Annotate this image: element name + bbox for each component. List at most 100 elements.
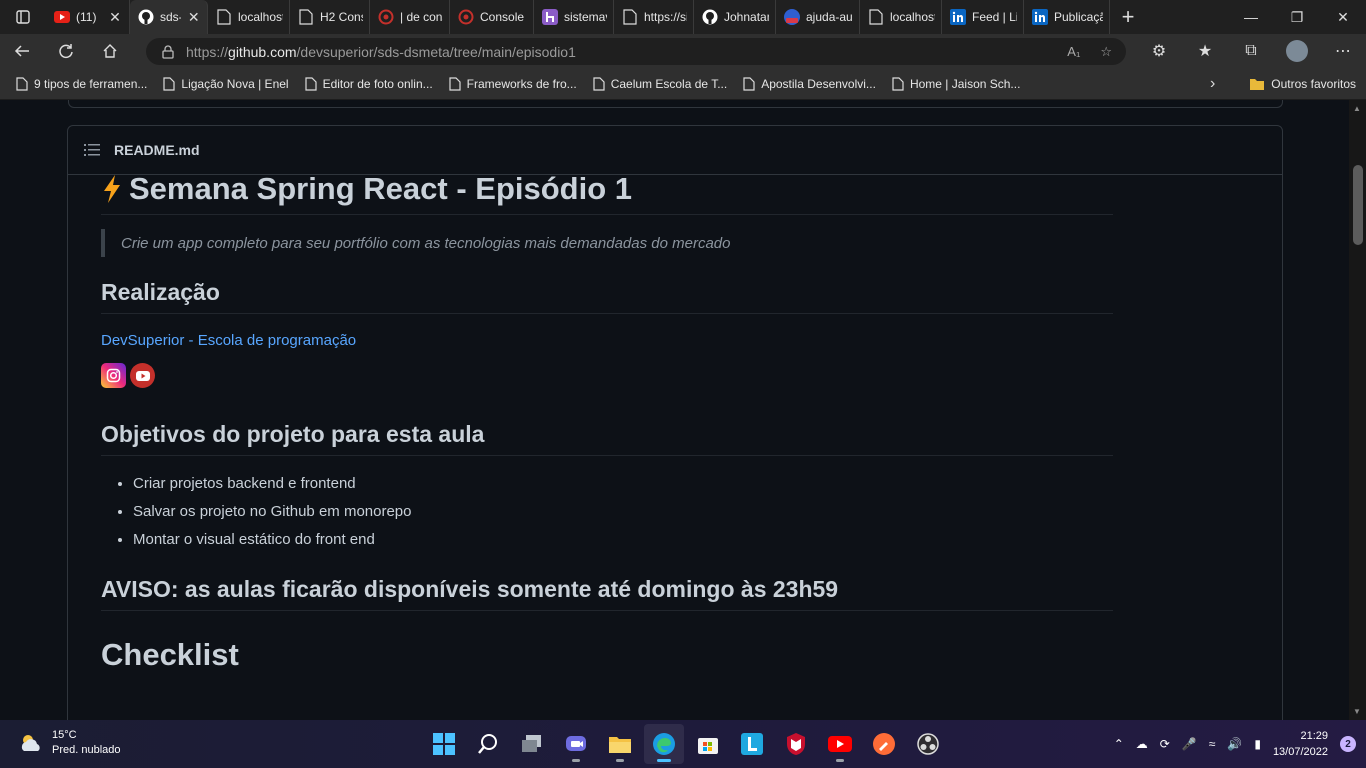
readme-title: Semana Spring React - Episódio 1: [101, 170, 1113, 208]
page-icon: [216, 9, 232, 25]
devsuperior-link[interactable]: DevSuperior - Escola de programação: [101, 332, 356, 349]
taskbar: 15°C Pred. nublado ⌃ ☁ ⟳ 🎤 ≈ 🔊 ▮ 21:29 1…: [0, 720, 1366, 768]
bookmark-item[interactable]: Ligação Nova | Enel: [155, 77, 296, 91]
browser-tab[interactable]: localhost: [208, 0, 290, 34]
read-aloud-icon[interactable]: A₁: [1067, 44, 1080, 60]
tab-label: localhost: [238, 10, 283, 24]
browser-tab[interactable]: H2 Conso: [290, 0, 370, 34]
browser-tab[interactable]: localhost: [860, 0, 942, 34]
obs-icon: [917, 733, 939, 755]
task-view-button[interactable]: [512, 724, 552, 764]
browser-tab[interactable]: Publicaçã: [1024, 0, 1110, 34]
microphone-icon[interactable]: 🎤: [1182, 737, 1197, 751]
refresh-button[interactable]: [44, 34, 88, 68]
postman-button[interactable]: [864, 724, 904, 764]
bookmark-label: Home | Jaison Sch...: [909, 76, 1021, 91]
browser-tab[interactable]: (11) ✕: [46, 0, 130, 34]
microsoft-store-button[interactable]: [688, 724, 728, 764]
show-hidden-icons-chevron-icon[interactable]: ⌃: [1114, 737, 1124, 751]
page-scrollbar[interactable]: ▲ ▼: [1349, 100, 1366, 720]
address-bar-row: https://github.com/devsuperior/sds-dsmet…: [0, 34, 1366, 68]
readme-filename[interactable]: README.md: [114, 142, 200, 158]
close-window-button[interactable]: ✕: [1320, 0, 1366, 34]
browser-tab[interactable]: sistemav: [534, 0, 614, 34]
youtube-icon[interactable]: [130, 363, 155, 388]
browser-tab[interactable]: ajuda-au: [776, 0, 860, 34]
l-app-icon: [741, 733, 763, 755]
l-app-button[interactable]: [732, 724, 772, 764]
browser-tab[interactable]: Feed | Lin: [942, 0, 1024, 34]
instagram-icon[interactable]: [101, 363, 126, 388]
task-view-icon: [522, 735, 541, 752]
avatar: [1286, 40, 1308, 62]
teams-chat-button[interactable]: [556, 724, 596, 764]
running-indicator: [657, 759, 671, 762]
start-button[interactable]: [424, 724, 464, 764]
tab-actions-button[interactable]: [0, 0, 46, 34]
obs-button[interactable]: [908, 724, 948, 764]
mcafee-button[interactable]: [776, 724, 816, 764]
notification-badge[interactable]: 2: [1340, 736, 1356, 752]
profile-button[interactable]: [1274, 40, 1320, 62]
address-bar[interactable]: https://github.com/devsuperior/sds-dsmet…: [146, 38, 1126, 65]
browser-tab[interactable]: | de cons: [370, 0, 450, 34]
bookmark-item[interactable]: Caelum Escola de T...: [585, 77, 736, 91]
page-icon: [892, 76, 904, 91]
collections-icon[interactable]: ⧉: [1228, 42, 1274, 60]
page-icon: [743, 76, 755, 91]
bookmarks-bar: 9 tipos de ferramen... Ligação Nova | Ene…: [0, 68, 1366, 100]
scroll-down-icon[interactable]: ▼: [1353, 707, 1361, 716]
bookmark-item[interactable]: Apostila Desenvolvi...: [735, 77, 884, 91]
weather-widget[interactable]: 15°C Pred. nublado: [18, 728, 121, 758]
search-button[interactable]: [468, 724, 508, 764]
bookmark-label: Apostila Desenvolvi...: [761, 76, 876, 91]
close-tab-icon[interactable]: ✕: [187, 9, 201, 26]
clock[interactable]: 21:29 13/07/2022: [1273, 728, 1328, 760]
minimize-button[interactable]: —: [1228, 0, 1274, 34]
scrollbar-thumb[interactable]: [1353, 165, 1363, 245]
update-icon[interactable]: ⟳: [1160, 737, 1170, 751]
extensions-icon[interactable]: ⚙: [1136, 41, 1182, 61]
scroll-up-icon[interactable]: ▲: [1353, 104, 1361, 113]
toc-list-icon[interactable]: [84, 143, 100, 157]
system-tray: ⌃ ☁ ⟳ 🎤 ≈ 🔊 ▮ 21:29 13/07/2022 2: [1114, 720, 1356, 768]
edge-button[interactable]: [644, 724, 684, 764]
bookmark-item[interactable]: Home | Jaison Sch...: [884, 77, 1029, 91]
temperature: 15°C: [52, 729, 77, 741]
volume-icon[interactable]: 🔊: [1227, 737, 1242, 751]
heading-aviso: AVISO: as aulas ficarão disponíveis some…: [101, 576, 839, 602]
browser-tab[interactable]: https://si: [614, 0, 694, 34]
youtube-app-button[interactable]: [820, 724, 860, 764]
page-icon: [163, 76, 175, 91]
window-controls: — ❐ ✕: [1228, 0, 1366, 34]
home-button[interactable]: [88, 34, 132, 68]
clock-date: 13/07/2022: [1272, 746, 1328, 758]
social-badges: [101, 363, 1113, 388]
browser-tab[interactable]: Johnatan: [694, 0, 776, 34]
tab-label: sistemav: [564, 10, 607, 24]
maximize-button[interactable]: ❐: [1274, 0, 1320, 34]
settings-menu-button[interactable]: ⋯: [1320, 41, 1366, 61]
bookmarks-overflow-chevron-icon[interactable]: ›: [1210, 75, 1215, 93]
clock-time: 21:29: [1300, 730, 1328, 742]
other-favorites-button[interactable]: Outros favoritos: [1249, 77, 1356, 91]
new-tab-button[interactable]: +: [1110, 4, 1146, 30]
close-tab-icon[interactable]: ✕: [107, 9, 123, 26]
file-explorer-button[interactable]: [600, 724, 640, 764]
page-icon: [868, 9, 884, 25]
bookmark-item[interactable]: 9 tipos de ferramen...: [8, 77, 155, 91]
favorites-icon[interactable]: ★: [1182, 41, 1228, 61]
browser-tab[interactable]: sds- ✕: [130, 0, 208, 34]
battery-icon[interactable]: ▮: [1254, 737, 1261, 751]
lock-icon: [162, 44, 174, 59]
linkedin-icon: [950, 9, 966, 25]
browser-tab[interactable]: Console: [450, 0, 534, 34]
page-content: README.md Semana Spring React - Episódio…: [0, 100, 1366, 720]
onedrive-cloud-icon[interactable]: ☁: [1136, 737, 1148, 751]
back-button[interactable]: [0, 34, 44, 68]
wifi-icon[interactable]: ≈: [1209, 737, 1216, 751]
heading-realizacao: Realização: [101, 279, 220, 305]
bookmark-item[interactable]: Frameworks de fro...: [441, 77, 585, 91]
bookmark-item[interactable]: Editor de foto onlin...: [297, 77, 441, 91]
add-favorite-icon[interactable]: ☆: [1100, 44, 1112, 60]
